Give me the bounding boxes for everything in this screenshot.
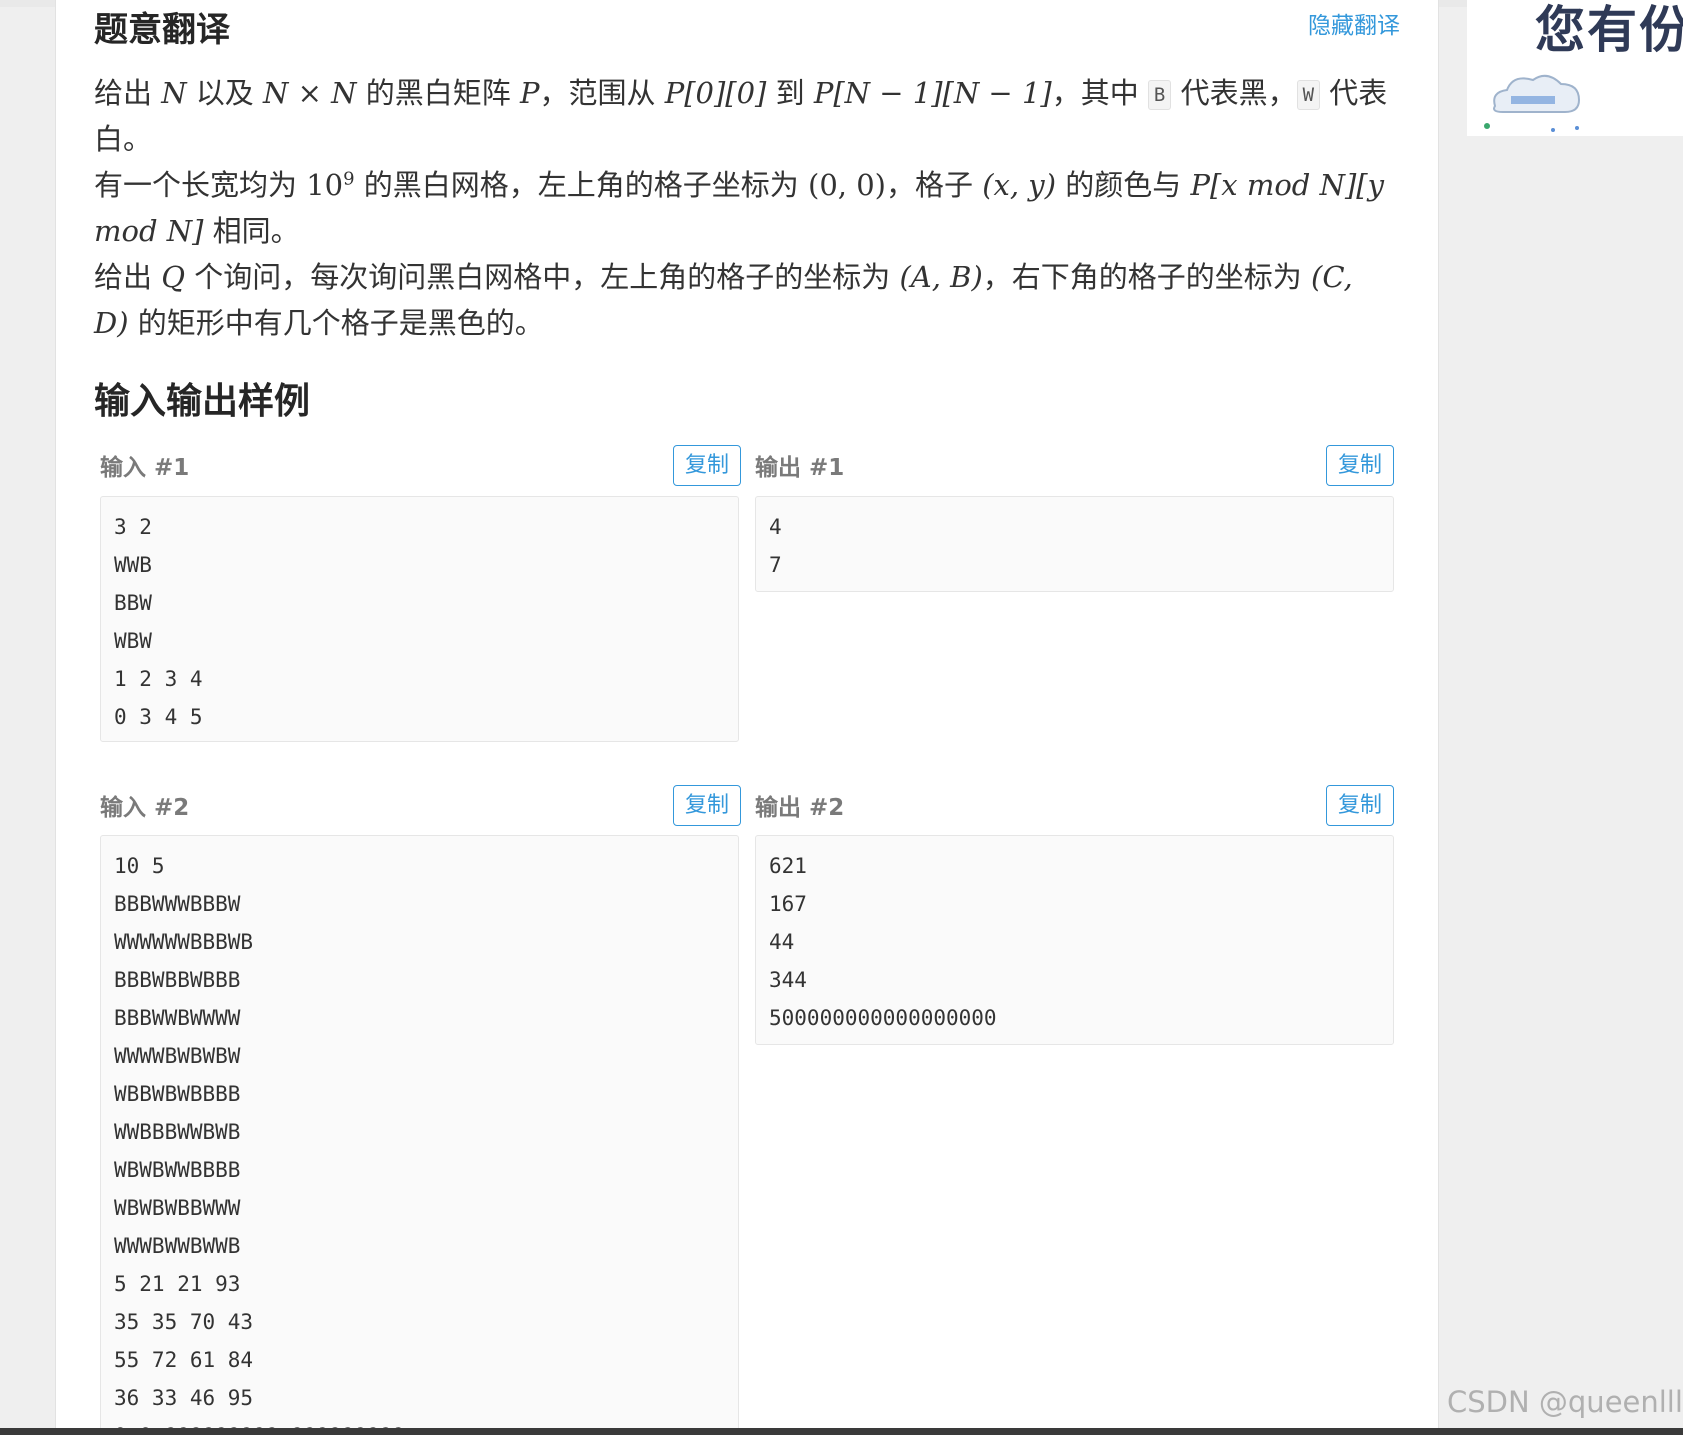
sample-line: 621 — [769, 854, 807, 878]
sample-line: 35 35 70 43 — [114, 1310, 254, 1334]
text: ，格子 — [885, 168, 983, 202]
sample-line: WWWWWWBBBWB — [114, 930, 254, 954]
problem-card: 题意翻译 隐藏翻译 给出 N 以及 N × N 的黑白矩阵 P，范围从 P[0]… — [55, 0, 1439, 1435]
text: ，其中 — [1051, 76, 1148, 110]
output-2-box: 621 167 44 344 500000000000000000 — [755, 835, 1394, 1045]
sample-line: 36 33 46 95 — [114, 1386, 254, 1410]
translation-paragraph-2: 有一个长宽均为 109 的黑白网格，左上角的格子坐标为 (0, 0)，格子 (x… — [94, 162, 1394, 254]
sample-line: BBBWBBWBBB — [114, 968, 241, 992]
math-origin: (0, 0) — [808, 168, 886, 202]
sample-line: WWBBBWWBWB — [114, 1120, 241, 1144]
sample-line: BBW — [114, 591, 152, 615]
sample-line: 1 2 3 4 — [114, 667, 203, 691]
translation-title: 题意翻译 — [94, 10, 230, 50]
translation-paragraph-3: 给出 Q 个询问，每次询问黑白网格中，左上角的格子的坐标为 (A, B)，右下角… — [94, 254, 1394, 346]
input-2-label: 输入 #2 — [100, 795, 190, 821]
sample-line: 10 5 — [114, 854, 165, 878]
input-2-box: 10 5 BBBWWWBBBW WWWWWWBBBWB BBBWBBWBBB B… — [100, 835, 739, 1435]
sample-line: 7 — [769, 553, 782, 577]
sample-line: WBWBWWBBBB — [114, 1158, 241, 1182]
math-p: P — [519, 76, 540, 110]
input-1-box: 3 2 WWB BBW WBW 1 2 3 4 0 3 4 5 — [100, 496, 739, 742]
text: 的颜色与 — [1056, 168, 1191, 202]
text: 给出 — [94, 260, 162, 294]
math-p00: P[0][0] — [664, 76, 767, 110]
sample-line: WBW — [114, 629, 152, 653]
math-n: N — [161, 76, 187, 110]
input-1-label: 输入 #1 — [100, 455, 190, 481]
text: 的矩形中有几个格子是黑色的。 — [128, 306, 544, 340]
text: 的黑白网格，左上角的格子坐标为 — [354, 168, 809, 202]
math-exponent: 9 — [343, 168, 355, 190]
math-ten: 10 — [306, 168, 344, 202]
cloud-icon — [1484, 74, 1581, 132]
watermark: CSDN @queenlll — [1447, 1385, 1683, 1419]
translation-body: 给出 N 以及 N × N 的黑白矩阵 P，范围从 P[0][0] 到 P[N … — [94, 70, 1394, 346]
math-q: Q — [161, 260, 185, 294]
text: ，右下角的格子的坐标为 — [982, 260, 1311, 294]
page: 题意翻译 隐藏翻译 给出 N 以及 N × N 的黑白矩阵 P，范围从 P[0]… — [0, 0, 1683, 1435]
text: 的黑白矩阵 — [356, 76, 520, 110]
text: 相同。 — [203, 214, 300, 248]
sample-line: WWWBWWBWWB — [114, 1234, 241, 1258]
math-pn1: P[N − 1][N − 1] — [813, 76, 1052, 110]
copy-output-1-button[interactable]: 复制 — [1326, 445, 1394, 486]
samples-title: 输入输出样例 — [94, 381, 311, 422]
math-xy: (x, y) — [982, 168, 1057, 202]
sample-line: 5 21 21 93 — [114, 1272, 241, 1296]
sample-line: 44 — [769, 930, 795, 954]
math-ab: (A, B) — [899, 260, 983, 294]
sample-line: 0 3 4 5 — [114, 705, 203, 729]
output-2-label: 输出 #2 — [755, 795, 845, 821]
text: 有一个长宽均为 — [94, 168, 307, 202]
ad-text: 您有份 — [1535, 1, 1683, 59]
sample-line: WBBWBWBBBB — [114, 1082, 241, 1106]
text: 代表黑， — [1171, 76, 1297, 110]
math-n-times-n: N × N — [263, 76, 357, 110]
sample-line: 167 — [769, 892, 807, 916]
sample-line: 4 — [769, 515, 782, 539]
text: 到 — [766, 76, 814, 110]
sample-line: BBBWWBWWWW — [114, 1006, 241, 1030]
sample-line: WWWWBWBWBW — [114, 1044, 241, 1068]
sample-line: 500000000000000000 — [769, 1006, 997, 1030]
code-b: B — [1147, 80, 1172, 110]
text: 个询问，每次询问黑白网格中，左上角的格子的坐标为 — [185, 260, 900, 294]
text: 以及 — [186, 76, 264, 110]
copy-input-1-button[interactable]: 复制 — [673, 445, 741, 486]
sample-line: 55 72 61 84 — [114, 1348, 254, 1372]
bottom-bar — [0, 1428, 1683, 1435]
hide-translation-link[interactable]: 隐藏翻译 — [1308, 6, 1400, 40]
sidebar-ad[interactable]: 您有份 — [1467, 0, 1683, 136]
sample-line: WWB — [114, 553, 152, 577]
copy-input-2-button[interactable]: 复制 — [673, 785, 741, 826]
output-1-label: 输出 #1 — [755, 455, 845, 481]
copy-output-2-button[interactable]: 复制 — [1326, 785, 1394, 826]
sample-line: WBWBWBBWWW — [114, 1196, 241, 1220]
translation-paragraph-1: 给出 N 以及 N × N 的黑白矩阵 P，范围从 P[0][0] 到 P[N … — [94, 70, 1394, 162]
sample-line: 344 — [769, 968, 807, 992]
sample-line: 3 2 — [114, 515, 152, 539]
text: 给出 — [94, 76, 162, 110]
code-w: W — [1296, 80, 1321, 110]
output-1-box: 4 7 — [755, 496, 1394, 592]
text: ，范围从 — [539, 76, 665, 110]
sample-line: BBBWWWBBBW — [114, 892, 241, 916]
